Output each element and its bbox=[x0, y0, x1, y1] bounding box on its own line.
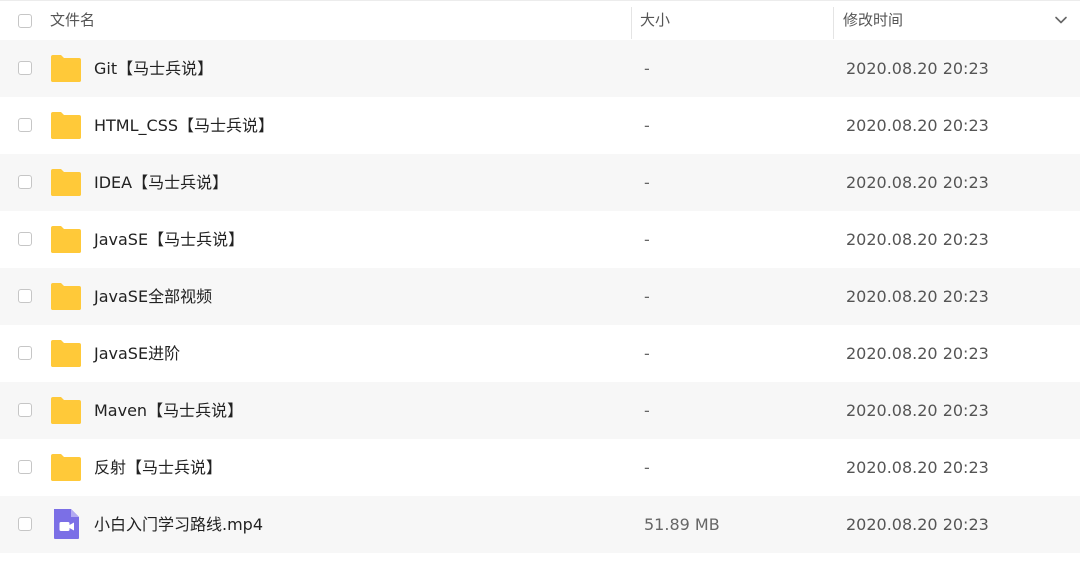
file-row[interactable]: HTML_CSS【马士兵说】 - 2020.08.20 20:23 bbox=[0, 97, 1080, 154]
file-name[interactable]: Git【马士兵说】 bbox=[94, 40, 213, 97]
folder-icon bbox=[50, 53, 82, 83]
file-size: - bbox=[644, 230, 650, 249]
file-size: - bbox=[644, 116, 650, 135]
row-checkbox[interactable] bbox=[18, 61, 32, 75]
file-modified-date: 2020.08.20 20:23 bbox=[846, 515, 989, 534]
file-row[interactable]: IDEA【马士兵说】 - 2020.08.20 20:23 bbox=[0, 154, 1080, 211]
file-rows: Git【马士兵说】 - 2020.08.20 20:23 HTML_CSS【马士兵说… bbox=[0, 40, 1080, 553]
file-row[interactable]: JavaSE【马士兵说】 - 2020.08.20 20:23 bbox=[0, 211, 1080, 268]
folder-icon bbox=[50, 281, 82, 311]
file-row[interactable]: Git【马士兵说】 - 2020.08.20 20:23 bbox=[0, 40, 1080, 97]
file-size: - bbox=[644, 401, 650, 420]
folder-icon bbox=[50, 224, 82, 254]
file-size: - bbox=[644, 458, 650, 477]
file-name[interactable]: 小白入门学习路线.mp4 bbox=[94, 496, 263, 553]
file-modified-date: 2020.08.20 20:23 bbox=[846, 59, 989, 78]
file-row[interactable]: 小白入门学习路线.mp4 51.89 MB 2020.08.20 20:23 bbox=[0, 496, 1080, 553]
file-name[interactable]: Maven【马士兵说】 bbox=[94, 382, 243, 439]
file-name[interactable]: JavaSE全部视频 bbox=[94, 268, 212, 325]
file-row[interactable]: JavaSE进阶 - 2020.08.20 20:23 bbox=[0, 325, 1080, 382]
row-checkbox[interactable] bbox=[18, 460, 32, 474]
column-divider[interactable] bbox=[631, 7, 632, 39]
file-row[interactable]: 反射【马士兵说】 - 2020.08.20 20:23 bbox=[0, 439, 1080, 496]
file-name[interactable]: JavaSE【马士兵说】 bbox=[94, 211, 244, 268]
file-modified-date: 2020.08.20 20:23 bbox=[846, 458, 989, 477]
file-size: 51.89 MB bbox=[644, 515, 720, 534]
file-name[interactable]: HTML_CSS【马士兵说】 bbox=[94, 97, 274, 154]
row-checkbox[interactable] bbox=[18, 517, 32, 531]
column-divider[interactable] bbox=[833, 7, 834, 39]
row-checkbox[interactable] bbox=[18, 346, 32, 360]
file-row[interactable]: Maven【马士兵说】 - 2020.08.20 20:23 bbox=[0, 382, 1080, 439]
file-row[interactable]: JavaSE全部视频 - 2020.08.20 20:23 bbox=[0, 268, 1080, 325]
chevron-down-icon[interactable] bbox=[1054, 13, 1068, 27]
file-modified-date: 2020.08.20 20:23 bbox=[846, 173, 989, 192]
video-file-icon bbox=[50, 509, 82, 539]
folder-icon bbox=[50, 395, 82, 425]
column-header-name[interactable]: 文件名 bbox=[50, 1, 95, 40]
file-size: - bbox=[644, 173, 650, 192]
row-checkbox[interactable] bbox=[18, 118, 32, 132]
file-modified-date: 2020.08.20 20:23 bbox=[846, 344, 989, 363]
file-modified-date: 2020.08.20 20:23 bbox=[846, 116, 989, 135]
column-header-modified[interactable]: 修改时间 bbox=[843, 1, 903, 40]
file-modified-date: 2020.08.20 20:23 bbox=[846, 401, 989, 420]
file-name[interactable]: 反射【马士兵说】 bbox=[94, 439, 222, 496]
folder-icon bbox=[50, 110, 82, 140]
file-size: - bbox=[644, 287, 650, 306]
row-checkbox[interactable] bbox=[18, 232, 32, 246]
folder-icon bbox=[50, 452, 82, 482]
file-name[interactable]: IDEA【马士兵说】 bbox=[94, 154, 228, 211]
folder-icon bbox=[50, 338, 82, 368]
folder-icon bbox=[50, 167, 82, 197]
file-size: - bbox=[644, 344, 650, 363]
file-name[interactable]: JavaSE进阶 bbox=[94, 325, 180, 382]
file-list: 文件名 大小 修改时间 Git【马士兵说】 - 2020.08.20 20:23 H… bbox=[0, 0, 1080, 563]
file-modified-date: 2020.08.20 20:23 bbox=[846, 230, 989, 249]
row-checkbox[interactable] bbox=[18, 403, 32, 417]
select-all-checkbox[interactable] bbox=[18, 14, 32, 28]
file-size: - bbox=[644, 59, 650, 78]
file-modified-date: 2020.08.20 20:23 bbox=[846, 287, 989, 306]
row-checkbox[interactable] bbox=[18, 289, 32, 303]
row-checkbox[interactable] bbox=[18, 175, 32, 189]
column-header-size[interactable]: 大小 bbox=[640, 1, 670, 40]
file-list-header: 文件名 大小 修改时间 bbox=[0, 0, 1080, 40]
